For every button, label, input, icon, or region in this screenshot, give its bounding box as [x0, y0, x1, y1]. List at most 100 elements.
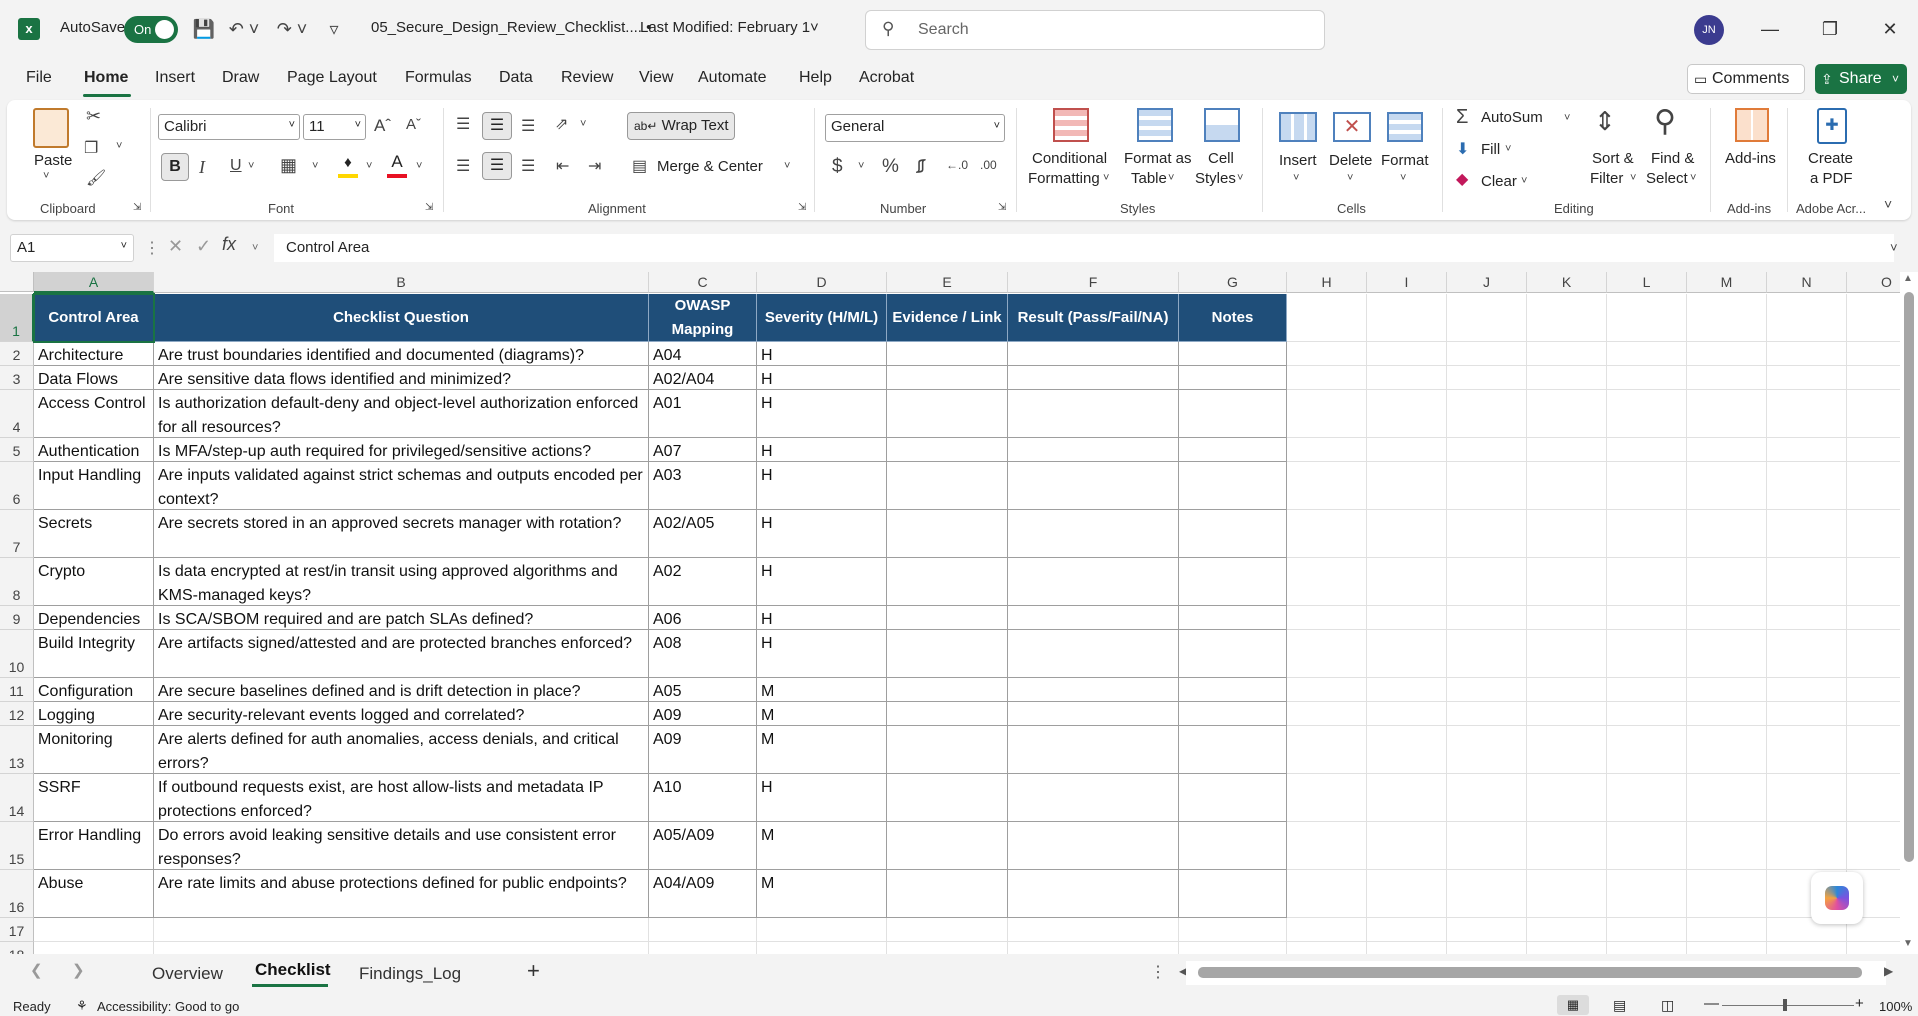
format-as-table-label-2[interactable]: Table [1131, 170, 1167, 187]
table-cell[interactable]: Are trust boundaries identified and docu… [154, 342, 649, 366]
wrap-text-button[interactable]: ab↵ Wrap Text [627, 112, 735, 140]
paste-icon[interactable] [33, 108, 69, 148]
accessibility-status[interactable]: Accessibility: Good to go [97, 999, 239, 1014]
table-cell[interactable]: Input Handling [34, 462, 154, 510]
scroll-down-icon[interactable]: ▼ [1903, 938, 1913, 949]
cancel-icon[interactable]: ✕ [168, 236, 183, 257]
empty-cell[interactable] [1447, 678, 1527, 702]
table-cell[interactable] [1008, 558, 1179, 606]
empty-cell[interactable] [1527, 918, 1607, 942]
table-cell[interactable] [1179, 390, 1287, 438]
page-break-view-icon[interactable]: ◫ [1661, 997, 1674, 1014]
align-right-icon[interactable]: ☰ [521, 156, 535, 176]
table-cell[interactable] [887, 438, 1008, 462]
column-header-a[interactable]: A [34, 272, 154, 293]
empty-cell[interactable] [1607, 606, 1687, 630]
number-format-select[interactable]: General ˅ [825, 114, 1005, 142]
column-header-h[interactable]: H [1287, 272, 1367, 293]
table-header-cell[interactable]: Evidence / Link [887, 294, 1008, 342]
empty-cell[interactable] [1287, 702, 1367, 726]
empty-cell[interactable] [154, 918, 649, 942]
insert-function-icon[interactable]: fx [222, 234, 236, 255]
increase-indent-icon[interactable]: ⇥ [588, 156, 601, 176]
empty-cell[interactable] [757, 942, 887, 954]
table-cell[interactable]: Architecture [34, 342, 154, 366]
empty-cell[interactable] [1527, 822, 1607, 870]
empty-cell[interactable] [1687, 678, 1767, 702]
empty-cell[interactable] [1447, 942, 1527, 954]
tab-acrobat[interactable]: Acrobat [859, 69, 914, 87]
tab-formulas[interactable]: Formulas [405, 69, 472, 87]
empty-cell[interactable] [1287, 918, 1367, 942]
empty-cell[interactable] [1767, 678, 1847, 702]
empty-cell[interactable] [1527, 702, 1607, 726]
font-name-select[interactable]: Calibri ˅ [158, 114, 300, 140]
column-header-c[interactable]: C [649, 272, 757, 293]
table-cell[interactable] [1179, 726, 1287, 774]
table-cell[interactable]: Is authorization default-deny and object… [154, 390, 649, 438]
create-pdf-label-2[interactable]: a PDF [1810, 170, 1853, 187]
orientation-icon[interactable]: ⇗ [555, 114, 568, 134]
table-cell[interactable] [887, 366, 1008, 390]
table-cell[interactable]: Is SCA/SBOM required and are patch SLAs … [154, 606, 649, 630]
empty-cell[interactable] [1008, 942, 1179, 954]
empty-cell[interactable] [1367, 558, 1447, 606]
column-header-b[interactable]: B [154, 272, 649, 293]
table-cell[interactable] [1008, 390, 1179, 438]
empty-cell[interactable] [1607, 294, 1687, 342]
tab-page-layout[interactable]: Page Layout [287, 69, 377, 87]
chevron-down-icon[interactable]: ˅ [366, 160, 372, 172]
empty-cell[interactable] [1527, 558, 1607, 606]
add-ins-label[interactable]: Add-ins [1725, 150, 1776, 167]
empty-cell[interactable] [1767, 774, 1847, 822]
row-header[interactable]: 13 [0, 726, 34, 774]
customize-qat-icon[interactable]: ▿ [324, 16, 344, 42]
empty-cell[interactable] [1447, 918, 1527, 942]
create-pdf-icon[interactable]: ✚ [1817, 108, 1847, 144]
empty-cell[interactable] [1367, 390, 1447, 438]
empty-cell[interactable] [1367, 942, 1447, 954]
empty-cell[interactable] [1607, 438, 1687, 462]
table-cell[interactable]: Do errors avoid leaking sensitive detail… [154, 822, 649, 870]
empty-cell[interactable] [1767, 558, 1847, 606]
empty-cell[interactable] [1527, 342, 1607, 366]
table-cell[interactable] [1008, 630, 1179, 678]
empty-cell[interactable] [1527, 678, 1607, 702]
column-header-g[interactable]: G [1179, 272, 1287, 293]
empty-cell[interactable] [1767, 462, 1847, 510]
cell-styles-icon[interactable] [1204, 108, 1240, 142]
add-ins-icon[interactable] [1735, 108, 1769, 142]
table-cell[interactable]: Are secrets stored in an approved secret… [154, 510, 649, 558]
empty-cell[interactable] [1527, 606, 1607, 630]
sheet-tab-overview[interactable]: Overview [152, 964, 223, 984]
tab-file[interactable]: File [26, 69, 52, 87]
sheet-tab-checklist[interactable]: Checklist [255, 960, 331, 980]
empty-cell[interactable] [1767, 630, 1847, 678]
empty-cell[interactable] [1607, 630, 1687, 678]
empty-cell[interactable] [1527, 726, 1607, 774]
empty-cell[interactable] [1447, 390, 1527, 438]
row-header[interactable]: 12 [0, 702, 34, 726]
column-header-e[interactable]: E [887, 272, 1008, 293]
table-cell[interactable] [887, 726, 1008, 774]
table-cell[interactable]: A05/A09 [649, 822, 757, 870]
find-select-label-1[interactable]: Find & [1651, 150, 1694, 167]
cell-styles-label-1[interactable]: Cell [1208, 150, 1234, 167]
empty-cell[interactable] [1447, 342, 1527, 366]
table-cell[interactable]: Are secure baselines defined and is drif… [154, 678, 649, 702]
format-as-table-icon[interactable] [1137, 108, 1173, 142]
delete-cells-icon[interactable]: ✕ [1333, 112, 1371, 142]
empty-cell[interactable] [1687, 294, 1767, 342]
accessibility-icon[interactable]: ⚘ [76, 998, 88, 1014]
empty-cell[interactable] [1687, 822, 1767, 870]
sort-filter-label-2[interactable]: Filter [1590, 170, 1623, 187]
tab-automate[interactable]: Automate [698, 69, 766, 87]
table-cell[interactable]: A10 [649, 774, 757, 822]
sort-filter-icon[interactable]: ⇕ [1594, 106, 1616, 137]
table-cell[interactable] [887, 678, 1008, 702]
empty-cell[interactable] [1687, 606, 1767, 630]
chevron-down-icon[interactable]: ˅ [1168, 172, 1174, 184]
add-sheet-button[interactable]: + [527, 958, 540, 984]
table-cell[interactable]: A09 [649, 726, 757, 774]
table-cell[interactable]: H [757, 510, 887, 558]
